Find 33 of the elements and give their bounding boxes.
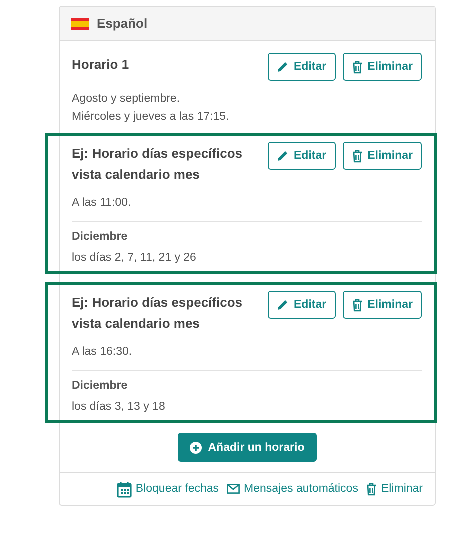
- delete-button[interactable]: Eliminar: [342, 291, 422, 319]
- days-text: los días 2, 7, 11, 21 y 26: [72, 251, 198, 266]
- pencil-icon: [277, 61, 290, 73]
- month-heading: Diciembre: [72, 379, 129, 394]
- add-schedule-button[interactable]: Añadir un horario: [178, 433, 317, 462]
- trash-icon: [352, 60, 363, 74]
- spain-flag-icon: [71, 18, 89, 30]
- envelope-icon: [227, 484, 240, 494]
- pencil-icon: [277, 299, 290, 311]
- schedule-text: Agosto y septiembre.: [72, 92, 182, 107]
- schedule-title: Ej: Horario días específicos vista calendario mes: [72, 145, 244, 184]
- calendar-icon: [116, 480, 132, 498]
- month-heading: Diciembre: [72, 230, 129, 245]
- edit-button[interactable]: Editar: [268, 142, 336, 170]
- auto-messages-link[interactable]: Mensajes automáticos: [227, 483, 358, 495]
- schedule-title: Ej: Horario días específicos vista calendario mes: [72, 294, 244, 333]
- schedule-text: Miércoles y jueves a las 17:15.: [72, 110, 230, 125]
- trash-icon: [366, 482, 378, 496]
- schedule-title: Horario 1: [72, 56, 130, 74]
- days-text: los días 3, 13 y 18: [72, 400, 166, 415]
- edit-button[interactable]: Editar: [268, 53, 336, 81]
- delete-link[interactable]: Eliminar: [366, 482, 423, 496]
- pencil-icon: [277, 150, 290, 162]
- plus-circle-icon: [190, 442, 202, 454]
- trash-icon: [352, 298, 363, 312]
- schedule-text: A las 11:00.: [72, 196, 132, 211]
- edit-button[interactable]: Editar: [268, 291, 336, 319]
- schedule-text: A las 16:30.: [72, 345, 134, 360]
- language-label: Español: [97, 16, 148, 31]
- delete-button[interactable]: Eliminar: [342, 142, 422, 170]
- delete-button[interactable]: Eliminar: [342, 53, 422, 81]
- trash-icon: [352, 150, 363, 162]
- block-dates-link[interactable]: Bloquear fechas: [116, 480, 220, 498]
